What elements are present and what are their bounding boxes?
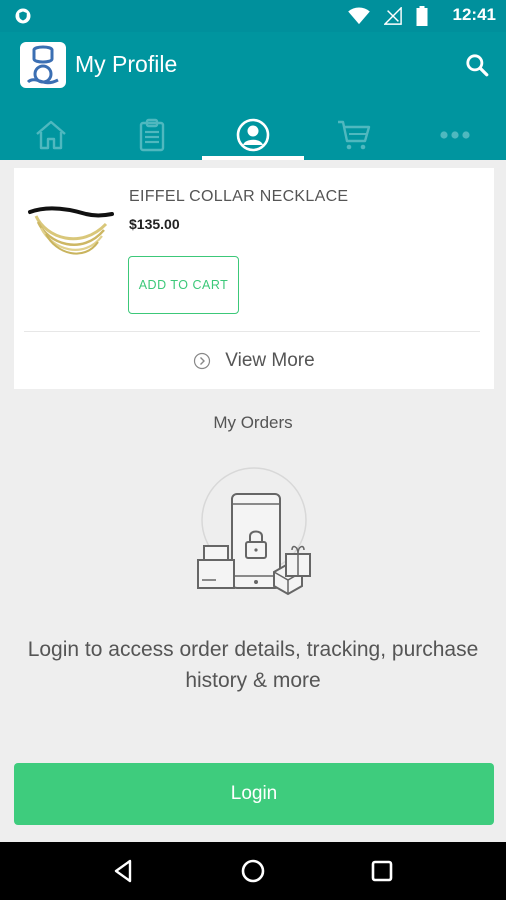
product-name[interactable]: EIFFEL COLLAR NECKLACE <box>129 188 348 206</box>
back-icon[interactable] <box>110 857 138 885</box>
recents-icon[interactable] <box>368 857 396 885</box>
home-circle-icon[interactable] <box>239 857 267 885</box>
tab-profile[interactable] <box>202 110 305 160</box>
section-title: My Orders <box>213 413 293 432</box>
battery-icon <box>416 6 428 26</box>
search-icon[interactable] <box>464 52 490 78</box>
home-icon <box>35 120 66 150</box>
tab-cart[interactable] <box>304 110 405 160</box>
more-icon <box>440 131 471 139</box>
cart-icon <box>338 120 371 150</box>
app-logo <box>20 42 66 88</box>
page-title: My Profile <box>75 51 178 77</box>
add-to-cart-button[interactable]: ADD TO CART <box>128 256 239 314</box>
shield-icon <box>15 8 31 24</box>
signal-icon <box>384 7 402 25</box>
clipboard-icon <box>139 118 164 152</box>
product-price: $135.00 <box>129 216 180 232</box>
product-card: EIFFEL COLLAR NECKLACE $135.00 ADD TO CA… <box>14 168 494 389</box>
login-button[interactable]: Login <box>14 763 494 825</box>
tab-bar <box>0 110 506 160</box>
chevron-right-circle-icon <box>194 352 211 369</box>
tab-orders[interactable] <box>101 110 202 160</box>
tab-more[interactable] <box>405 110 506 160</box>
status-bar: 12:41 <box>0 0 506 32</box>
product-image[interactable] <box>26 198 116 278</box>
tab-home[interactable] <box>0 110 101 160</box>
clock-time: 12:41 <box>452 5 496 24</box>
system-nav-bar <box>0 842 506 900</box>
profile-icon <box>236 118 270 152</box>
view-more-label: View More <box>225 349 315 371</box>
app-bar: My Profile <box>0 32 506 160</box>
login-prompt-message: Login to access order details, tracking,… <box>27 638 479 692</box>
view-more-button[interactable]: View More <box>14 332 494 389</box>
wifi-icon <box>348 7 370 25</box>
locked-phone-illustration <box>197 467 311 596</box>
